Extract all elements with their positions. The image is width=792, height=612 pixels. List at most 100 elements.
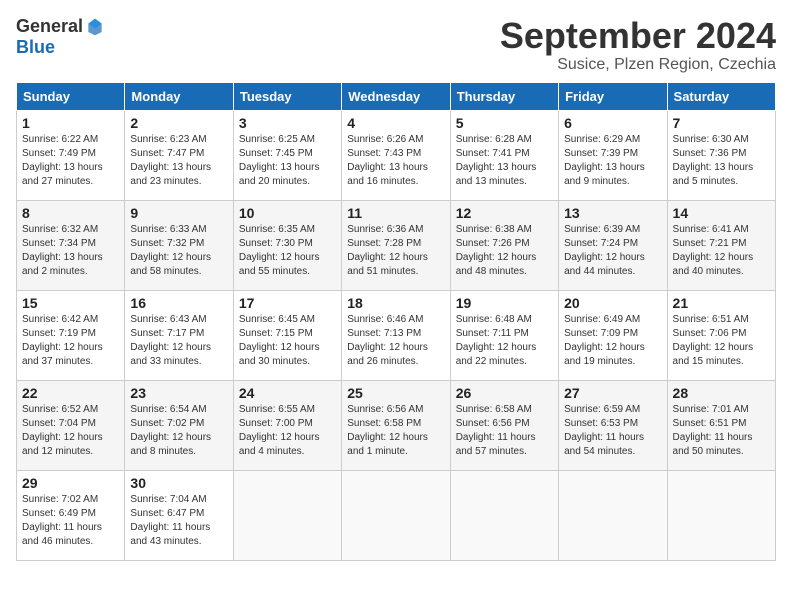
calendar-cell: 16 Sunrise: 6:43 AMSunset: 7:17 PMDayligh… <box>125 290 233 380</box>
day-number: 25 <box>347 385 444 401</box>
day-number: 14 <box>673 205 770 221</box>
day-number: 18 <box>347 295 444 311</box>
calendar-cell: 8Sunrise: 6:32 AMSunset: 7:34 PMDaylight… <box>17 200 125 290</box>
day-number: 8 <box>22 205 119 221</box>
day-number: 26 <box>456 385 553 401</box>
header: General Blue September 2024 Susice, Plze… <box>16 16 776 74</box>
day-number: 4 <box>347 115 444 131</box>
cell-content: Sunrise: 6:54 AMSunset: 7:02 PMDaylight:… <box>130 403 227 459</box>
calendar-cell: 23Sunrise: 6:54 AMSunset: 7:02 PMDayligh… <box>125 380 233 470</box>
cell-content: Sunrise: 7:01 AMSunset: 6:51 PMDaylight:… <box>673 403 770 459</box>
calendar-cell <box>559 470 667 560</box>
calendar-week-row: 29Sunrise: 7:02 AMSunset: 6:49 PMDayligh… <box>17 470 776 560</box>
cell-content: Sunrise: 6:42 AMSunset: 7:19 PMDaylight:… <box>22 313 119 369</box>
cell-content: Sunrise: 6:25 AMSunset: 7:45 PMDaylight:… <box>239 133 336 189</box>
calendar-cell: 25 Sunrise: 6:56 AMSunset: 6:58 PMDayligh… <box>342 380 450 470</box>
calendar-cell: 22Sunrise: 6:52 AMSunset: 7:04 PMDayligh… <box>17 380 125 470</box>
month-title: September 2024 <box>500 16 776 56</box>
calendar-week-row: 1 Sunrise: 6:22 AMSunset: 7:49 PMDaylight… <box>17 110 776 200</box>
day-number: 2 <box>130 115 227 131</box>
cell-content: Sunrise: 6:46 AMSunset: 7:13 PMDaylight:… <box>347 313 444 369</box>
day-number: 30 <box>130 475 227 491</box>
cell-content: Sunrise: 6:36 AMSunset: 7:28 PMDaylight:… <box>347 223 444 279</box>
cell-content: Sunrise: 6:28 AMSunset: 7:41 PMDaylight:… <box>456 133 553 189</box>
cell-content: Sunrise: 6:35 AMSunset: 7:30 PMDaylight:… <box>239 223 336 279</box>
day-number: 6 <box>564 115 661 131</box>
cell-content: Sunrise: 7:04 AMSunset: 6:47 PMDaylight:… <box>130 493 227 549</box>
cell-content: Sunrise: 6:49 AMSunset: 7:09 PMDaylight:… <box>564 313 661 369</box>
day-number: 16 <box>130 295 227 311</box>
cell-content: Sunrise: 6:52 AMSunset: 7:04 PMDaylight:… <box>22 403 119 459</box>
calendar-cell: 11Sunrise: 6:36 AMSunset: 7:28 PMDayligh… <box>342 200 450 290</box>
day-number: 12 <box>456 205 553 221</box>
day-number: 20 <box>564 295 661 311</box>
calendar-cell: 17Sunrise: 6:45 AMSunset: 7:15 PMDayligh… <box>233 290 341 380</box>
cell-content: Sunrise: 6:58 AMSunset: 6:56 PMDaylight:… <box>456 403 553 459</box>
cell-content: Sunrise: 6:59 AMSunset: 6:53 PMDaylight:… <box>564 403 661 459</box>
calendar-cell: 3 Sunrise: 6:25 AMSunset: 7:45 PMDaylight… <box>233 110 341 200</box>
day-number: 5 <box>456 115 553 131</box>
calendar-cell: 14 Sunrise: 6:41 AMSunset: 7:21 PMDayligh… <box>667 200 775 290</box>
location-title: Susice, Plzen Region, Czechia <box>500 56 776 74</box>
calendar-cell: 9 Sunrise: 6:33 AMSunset: 7:32 PMDaylight… <box>125 200 233 290</box>
logo-icon <box>85 17 105 37</box>
calendar-cell: 30 Sunrise: 7:04 AMSunset: 6:47 PMDayligh… <box>125 470 233 560</box>
calendar-cell: 18 Sunrise: 6:46 AMSunset: 7:13 PMDayligh… <box>342 290 450 380</box>
cell-content: Sunrise: 6:56 AMSunset: 6:58 PMDaylight:… <box>347 403 444 459</box>
day-number: 27 <box>564 385 661 401</box>
calendar-week-row: 8Sunrise: 6:32 AMSunset: 7:34 PMDaylight… <box>17 200 776 290</box>
calendar-cell: 12 Sunrise: 6:38 AMSunset: 7:26 PMDayligh… <box>450 200 558 290</box>
cell-content: Sunrise: 6:26 AMSunset: 7:43 PMDaylight:… <box>347 133 444 189</box>
day-number: 9 <box>130 205 227 221</box>
calendar-cell: 10Sunrise: 6:35 AMSunset: 7:30 PMDayligh… <box>233 200 341 290</box>
header-saturday: Saturday <box>667 82 775 110</box>
day-number: 28 <box>673 385 770 401</box>
day-number: 7 <box>673 115 770 131</box>
calendar-cell: 7 Sunrise: 6:30 AMSunset: 7:36 PMDaylight… <box>667 110 775 200</box>
header-friday: Friday <box>559 82 667 110</box>
header-thursday: Thursday <box>450 82 558 110</box>
calendar-cell: 1 Sunrise: 6:22 AMSunset: 7:49 PMDaylight… <box>17 110 125 200</box>
calendar-cell: 19 Sunrise: 6:48 AMSunset: 7:11 PMDayligh… <box>450 290 558 380</box>
calendar-cell: 20 Sunrise: 6:49 AMSunset: 7:09 PMDayligh… <box>559 290 667 380</box>
logo: General Blue <box>16 16 105 58</box>
cell-content: Sunrise: 6:39 AMSunset: 7:24 PMDaylight:… <box>564 223 661 279</box>
calendar-cell: 28 Sunrise: 7:01 AMSunset: 6:51 PMDayligh… <box>667 380 775 470</box>
title-area: September 2024 Susice, Plzen Region, Cze… <box>500 16 776 74</box>
cell-content: Sunrise: 6:51 AMSunset: 7:06 PMDaylight:… <box>673 313 770 369</box>
cell-content: Sunrise: 6:22 AMSunset: 7:49 PMDaylight:… <box>22 133 119 189</box>
day-number: 13 <box>564 205 661 221</box>
calendar-week-row: 15 Sunrise: 6:42 AMSunset: 7:19 PMDayligh… <box>17 290 776 380</box>
calendar-cell <box>233 470 341 560</box>
calendar-cell: 4 Sunrise: 6:26 AMSunset: 7:43 PMDaylight… <box>342 110 450 200</box>
calendar-cell <box>450 470 558 560</box>
cell-content: Sunrise: 6:43 AMSunset: 7:17 PMDaylight:… <box>130 313 227 369</box>
calendar-week-row: 22Sunrise: 6:52 AMSunset: 7:04 PMDayligh… <box>17 380 776 470</box>
cell-content: Sunrise: 6:38 AMSunset: 7:26 PMDaylight:… <box>456 223 553 279</box>
calendar: Sunday Monday Tuesday Wednesday Thursday… <box>16 82 776 561</box>
logo-blue-text: Blue <box>16 37 55 58</box>
cell-content: Sunrise: 7:02 AMSunset: 6:49 PMDaylight:… <box>22 493 119 549</box>
day-number: 3 <box>239 115 336 131</box>
cell-content: Sunrise: 6:55 AMSunset: 7:00 PMDaylight:… <box>239 403 336 459</box>
day-number: 1 <box>22 115 119 131</box>
header-monday: Monday <box>125 82 233 110</box>
cell-content: Sunrise: 6:29 AMSunset: 7:39 PMDaylight:… <box>564 133 661 189</box>
logo-general-text: General <box>16 16 83 37</box>
day-number: 15 <box>22 295 119 311</box>
header-wednesday: Wednesday <box>342 82 450 110</box>
calendar-cell: 26 Sunrise: 6:58 AMSunset: 6:56 PMDayligh… <box>450 380 558 470</box>
cell-content: Sunrise: 6:23 AMSunset: 7:47 PMDaylight:… <box>130 133 227 189</box>
day-number: 19 <box>456 295 553 311</box>
calendar-cell: 29Sunrise: 7:02 AMSunset: 6:49 PMDayligh… <box>17 470 125 560</box>
calendar-cell: 15 Sunrise: 6:42 AMSunset: 7:19 PMDayligh… <box>17 290 125 380</box>
calendar-cell: 27 Sunrise: 6:59 AMSunset: 6:53 PMDayligh… <box>559 380 667 470</box>
calendar-cell: 6 Sunrise: 6:29 AMSunset: 7:39 PMDaylight… <box>559 110 667 200</box>
cell-content: Sunrise: 6:33 AMSunset: 7:32 PMDaylight:… <box>130 223 227 279</box>
cell-content: Sunrise: 6:30 AMSunset: 7:36 PMDaylight:… <box>673 133 770 189</box>
day-number: 17 <box>239 295 336 311</box>
cell-content: Sunrise: 6:48 AMSunset: 7:11 PMDaylight:… <box>456 313 553 369</box>
calendar-cell: 13 Sunrise: 6:39 AMSunset: 7:24 PMDayligh… <box>559 200 667 290</box>
calendar-cell: 24Sunrise: 6:55 AMSunset: 7:00 PMDayligh… <box>233 380 341 470</box>
cell-content: Sunrise: 6:41 AMSunset: 7:21 PMDaylight:… <box>673 223 770 279</box>
